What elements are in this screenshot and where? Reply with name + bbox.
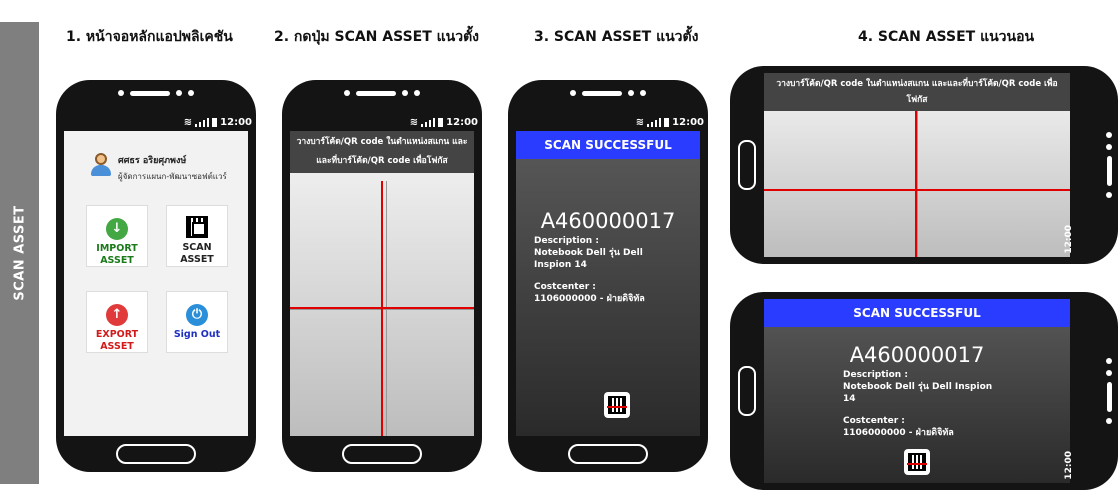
status-bar: ≋ 12:00 (636, 117, 704, 128)
status-time: 12:00 (220, 117, 252, 128)
scan-instruction: วางบาร์โค้ด/QR code ในตำแหน่งสแกน และและ… (764, 73, 1070, 111)
home-button[interactable] (738, 366, 756, 416)
step-1-title: 1. หน้าจอหลักแอปพลิเคชัน (66, 29, 233, 45)
crosshair-horizontal (290, 307, 474, 309)
scan-instruction: วางบาร์โค้ด/QR code ในตำแหน่งสแกน และและ… (290, 131, 474, 173)
scan-asset-button[interactable]: SCAN ASSET (166, 205, 228, 267)
power-icon: ⏻ (186, 304, 208, 326)
sidebar: SCAN ASSET (0, 22, 39, 484)
phone-earpiece (1106, 358, 1112, 424)
step-2-title: 2. กดปุ่ม SCAN ASSET แนวตั้ง (274, 29, 480, 45)
sidebar-title: SCAN ASSET (12, 205, 27, 301)
user-role: ผู้จัดการแผนก-พัฒนาซอฟต์แวร์ (118, 172, 227, 181)
download-icon: ↓ (106, 218, 128, 240)
scan-success-banner: SCAN SUCCESSFUL (516, 131, 700, 159)
qr-code-icon (186, 216, 208, 238)
phone-earpiece (570, 90, 646, 96)
signal-icon (421, 118, 436, 127)
phone-scan-landscape: วางบาร์โค้ด/QR code ในตำแหน่งสแกน และและ… (730, 66, 1118, 264)
asset-details: Description : Notebook Dell รุ่น Dell In… (516, 233, 700, 305)
camera-view-portrait[interactable]: วางบาร์โค้ด/QR code ในตำแหน่งสแกน และและ… (290, 131, 474, 436)
user-name: ศศธร อริยศุภพงษ์ (118, 156, 187, 166)
status-time: 12:00 (1064, 451, 1074, 480)
avatar (90, 153, 112, 177)
description-label: Description : (534, 236, 599, 246)
signal-icon (647, 118, 662, 127)
home-button[interactable] (738, 140, 756, 190)
status-bar: ≋ 12:00 (410, 117, 478, 128)
grid-line (917, 111, 918, 257)
step-4-title: 4. SCAN ASSET แนวนอน (858, 29, 1035, 45)
scan-result-landscape: SCAN SUCCESSFUL A460000017 Description :… (764, 299, 1070, 483)
export-asset-button[interactable]: ↑ EXPORT ASSET (86, 291, 148, 353)
wifi-icon: ≋ (183, 117, 193, 128)
battery-icon (664, 118, 670, 127)
phone-earpiece (1106, 132, 1112, 198)
description-label: Description : (843, 370, 908, 380)
user-profile: ศศธร อริยศุภพงษ์ ผู้จัดการแผนก-พัฒนาซอฟต… (90, 153, 227, 183)
asset-code: A460000017 (540, 209, 676, 233)
export-asset-label: EXPORT ASSET (95, 329, 139, 352)
battery-icon (438, 118, 444, 127)
status-bar: ≋ 12:00 (184, 117, 252, 128)
home-button[interactable] (342, 444, 422, 464)
signal-icon (195, 118, 210, 127)
home-button[interactable] (116, 444, 196, 464)
camera-view-landscape[interactable]: วางบาร์โค้ด/QR code ในตำแหน่งสแกน และและ… (764, 73, 1070, 257)
description-value: Notebook Dell รุ่น Dell Inspion 14 (843, 382, 993, 404)
tutorial-page: SCAN ASSET 1. หน้าจอหลักแอปพลิเคชัน 2. ก… (0, 0, 1120, 492)
scan-asset-label: SCAN ASSET (180, 242, 214, 265)
home-button[interactable] (568, 444, 648, 464)
costcenter-value: 1106000000 - ฝ่ายดิจิทัล (843, 428, 954, 438)
phone-result-portrait: SCAN SUCCESSFUL A460000017 Description :… (508, 80, 708, 472)
sign-out-label: Sign Out (173, 329, 221, 340)
asset-details: Description : Notebook Dell รุ่น Dell In… (764, 367, 1004, 439)
scan-success-banner: SCAN SUCCESSFUL (764, 299, 1070, 327)
home-screen: ศศธร อริยศุภพงษ์ ผู้จัดการแผนก-พัฒนาซอฟต… (64, 131, 248, 436)
import-asset-label: IMPORT ASSET (96, 243, 138, 266)
costcenter-label: Costcenter : (843, 416, 905, 426)
description-value: Notebook Dell รุ่น Dell Inspion 14 (534, 248, 643, 270)
import-asset-button[interactable]: ↓ IMPORT ASSET (86, 205, 148, 267)
status-time: 12:00 (672, 117, 704, 128)
phone-earpiece (118, 90, 194, 96)
scan-result-portrait: SCAN SUCCESSFUL A460000017 Description :… (516, 131, 700, 436)
wifi-icon: ≋ (635, 117, 645, 128)
phone-result-landscape: SCAN SUCCESSFUL A460000017 Description :… (730, 292, 1118, 490)
wifi-icon: ≋ (409, 117, 419, 128)
sign-out-button[interactable]: ⏻ Sign Out (166, 291, 228, 353)
phone-earpiece (344, 90, 420, 96)
status-time: 12:00 (446, 117, 478, 128)
scan-again-qr-icon[interactable] (604, 392, 630, 418)
step-3-title: 3. SCAN ASSET แนวตั้ง (534, 29, 699, 45)
status-time: 12:00 (1064, 225, 1074, 254)
costcenter-label: Costcenter : (534, 282, 596, 292)
crosshair-vertical (915, 111, 917, 257)
battery-icon (212, 118, 218, 127)
upload-icon: ↑ (106, 304, 128, 326)
phone-home-screen: ศศธร อริยศุภพงษ์ ผู้จัดการแผนก-พัฒนาซอฟต… (56, 80, 256, 472)
crosshair-horizontal (764, 189, 1070, 191)
asset-code: A460000017 (849, 343, 985, 367)
costcenter-value: 1106000000 - ฝ่ายดิจิทัล (534, 294, 645, 304)
scan-again-qr-icon[interactable] (904, 449, 930, 475)
phone-scan-portrait: วางบาร์โค้ด/QR code ในตำแหน่งสแกน และและ… (282, 80, 482, 472)
